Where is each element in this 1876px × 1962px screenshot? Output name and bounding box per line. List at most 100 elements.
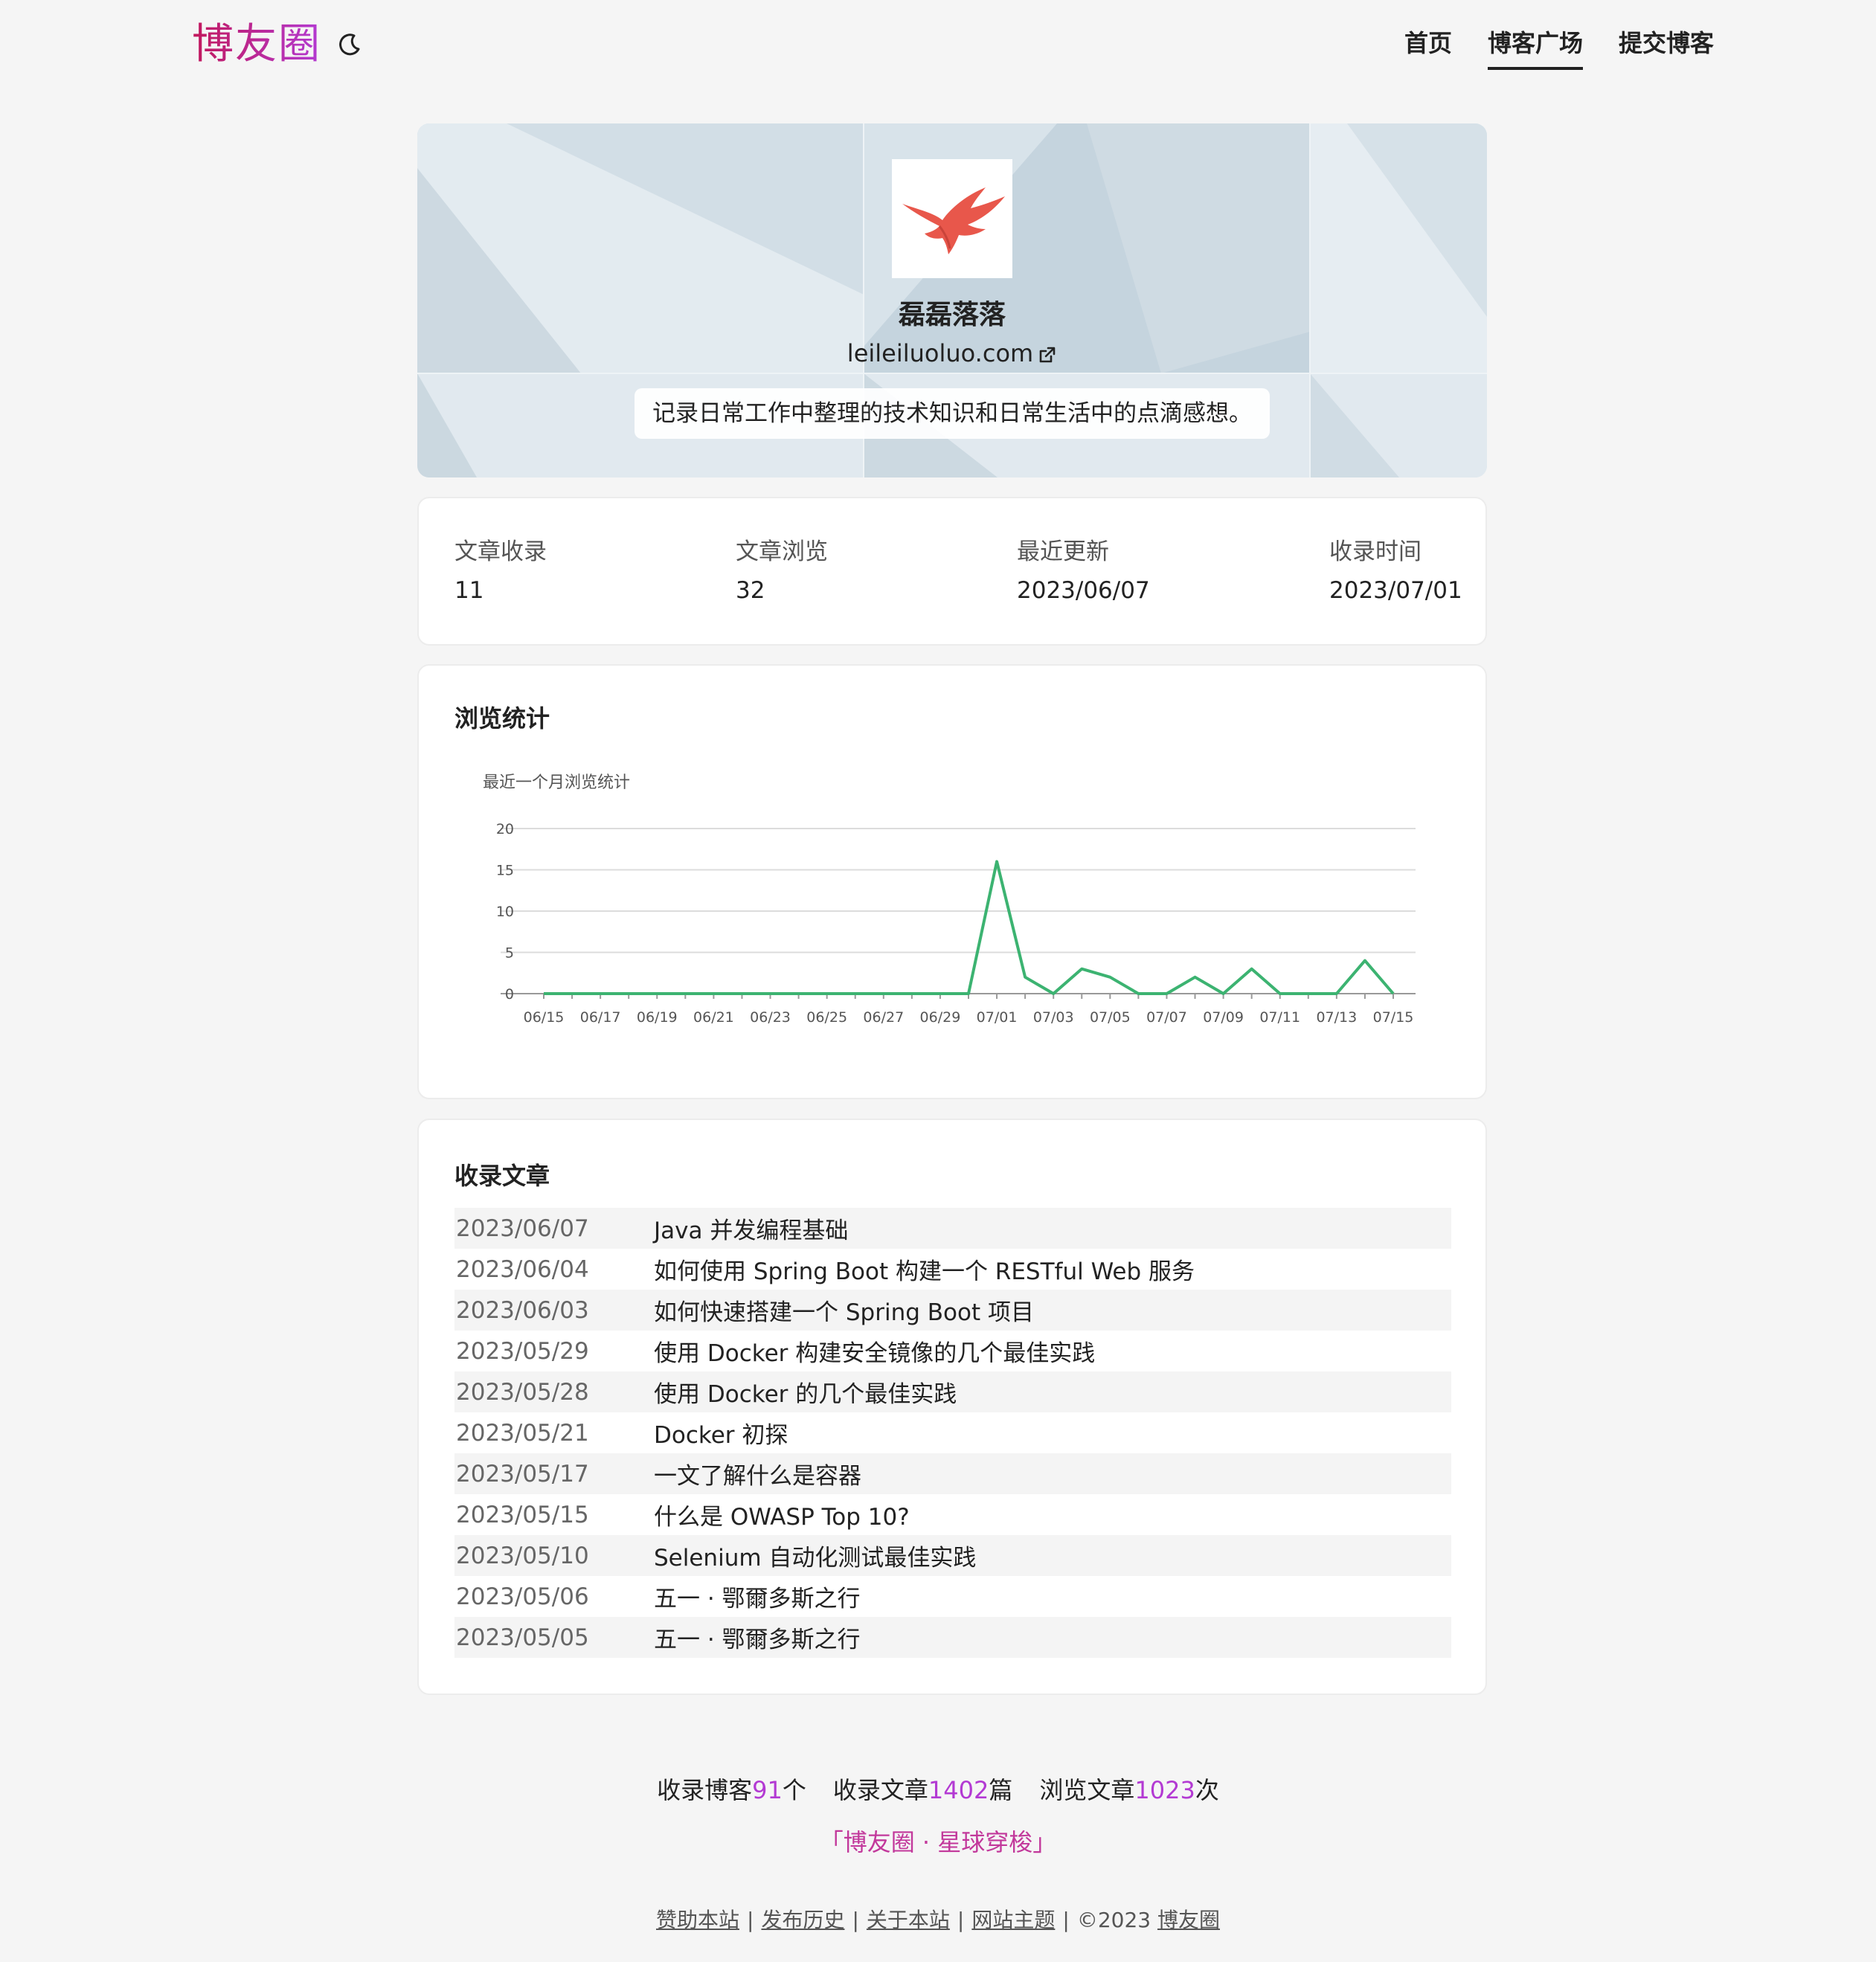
stat-articles: 文章收录 11 bbox=[454, 537, 547, 605]
footer-link-about[interactable]: 关于本站 bbox=[867, 1908, 950, 1932]
blog-description: 记录日常工作中整理的技术知识和日常生活中的点滴感想。 bbox=[635, 388, 1270, 439]
footer-link-site[interactable]: 博友圈 bbox=[1157, 1908, 1220, 1932]
blog-name: 磊磊落落 bbox=[898, 300, 1006, 330]
stat-value: 11 bbox=[454, 577, 484, 604]
x-tick-label: 07/15 bbox=[1373, 1009, 1414, 1026]
x-tick-label: 06/19 bbox=[637, 1009, 678, 1026]
y-tick-label: 15 bbox=[496, 863, 514, 879]
article-title-link[interactable]: 什么是 OWASP Top 10? bbox=[654, 1498, 910, 1531]
profile-banner: 磊磊落落 leileiluoluo.com 记录日常工作中整理的技术知识和日常生… bbox=[417, 123, 1487, 477]
article-list: 2023/06/07 Java 并发编程基础 2023/06/04 如何使用 Spri… bbox=[454, 1208, 1451, 1658]
x-tick-label: 06/29 bbox=[920, 1009, 961, 1026]
y-tick-label: 20 bbox=[496, 821, 514, 837]
views-line-chart: 最近一个月浏览统计 0 5 10 15 20 06/15 06/17 06/19 06/21 06… bbox=[483, 773, 1416, 1026]
stat-label: 最近更新 bbox=[1017, 538, 1109, 565]
article-title-link[interactable]: 使用 Docker 构建安全镜像的几个最佳实践 bbox=[654, 1334, 1095, 1368]
views-suffix: 次 bbox=[1195, 1776, 1219, 1804]
footer-link-theme[interactable]: 网站主题 bbox=[971, 1908, 1055, 1932]
article-row[interactable]: 2023/05/17 一文了解什么是容器 bbox=[454, 1453, 1451, 1494]
nav-home[interactable]: 首页 bbox=[1404, 22, 1452, 70]
views-prefix: 浏览文章 bbox=[1039, 1776, 1135, 1804]
articles-suffix: 篇 bbox=[989, 1776, 1013, 1804]
article-date: 2023/06/07 bbox=[456, 1215, 589, 1242]
x-tick-label: 06/15 bbox=[524, 1009, 565, 1026]
stat-label: 收录时间 bbox=[1329, 538, 1422, 565]
x-tick-label: 06/23 bbox=[750, 1009, 791, 1026]
article-date: 2023/05/10 bbox=[456, 1542, 589, 1569]
views-count: 1023 bbox=[1134, 1776, 1195, 1804]
x-tick-label: 06/21 bbox=[693, 1009, 734, 1026]
x-tick-label: 06/27 bbox=[863, 1009, 904, 1026]
blogs-prefix: 收录博客 bbox=[657, 1776, 753, 1804]
article-title-link[interactable]: 五一 · 鄂爾多斯之行 bbox=[654, 1580, 861, 1613]
articles-section-title: 收录文章 bbox=[454, 1162, 550, 1190]
articles-prefix: 收录文章 bbox=[832, 1776, 928, 1804]
stat-value: 32 bbox=[736, 577, 765, 604]
article-title-link[interactable]: 如何快速搭建一个 Spring Boot 项目 bbox=[654, 1293, 1034, 1327]
chart-title: 最近一个月浏览统计 bbox=[483, 773, 630, 792]
article-date: 2023/06/04 bbox=[456, 1255, 589, 1283]
articles-count: 1402 bbox=[928, 1776, 989, 1804]
y-tick-label: 5 bbox=[505, 945, 514, 962]
series-line bbox=[544, 860, 1395, 995]
site-slogan-link[interactable]: 「博友圈 · 星球穿梭」 bbox=[0, 1824, 1876, 1858]
footer-link-history[interactable]: 发布历史 bbox=[761, 1908, 844, 1932]
article-date: 2023/05/28 bbox=[456, 1378, 589, 1406]
moon-icon[interactable] bbox=[335, 30, 364, 59]
articles-card: 收录文章 2023/06/07 Java 并发编程基础 2023/06/04 如何使用… bbox=[417, 1119, 1487, 1695]
nav-blog-square[interactable]: 博客广场 bbox=[1487, 22, 1583, 70]
x-tick-label: 07/07 bbox=[1146, 1009, 1187, 1026]
article-date: 2023/05/06 bbox=[456, 1583, 589, 1610]
x-tick-label: 07/09 bbox=[1203, 1009, 1244, 1026]
article-title-link[interactable]: Selenium 自动化测试最佳实践 bbox=[654, 1539, 976, 1572]
x-tick-label: 07/05 bbox=[1090, 1009, 1131, 1026]
x-tick-label: 07/03 bbox=[1033, 1009, 1074, 1026]
stat-label: 文章浏览 bbox=[736, 538, 828, 565]
article-row[interactable]: 2023/06/03 如何快速搭建一个 Spring Boot 项目 bbox=[454, 1290, 1451, 1331]
blogs-count: 91 bbox=[752, 1776, 783, 1804]
blog-stats-card: 文章收录 11 文章浏览 32 最近更新 2023/06/07 收录时间 202… bbox=[417, 497, 1487, 646]
article-title-link[interactable]: Java 并发编程基础 bbox=[654, 1212, 848, 1245]
y-tick-label: 10 bbox=[496, 904, 514, 920]
x-tick-label: 06/25 bbox=[806, 1009, 847, 1026]
y-tick-label: 0 bbox=[505, 986, 514, 1003]
stat-last-updated: 最近更新 2023/06/07 bbox=[1017, 537, 1150, 605]
stat-value: 2023/06/07 bbox=[1017, 577, 1150, 604]
article-title-link[interactable]: 一文了解什么是容器 bbox=[654, 1457, 861, 1490]
article-row[interactable]: 2023/05/28 使用 Docker 的几个最佳实践 bbox=[454, 1371, 1451, 1412]
article-date: 2023/05/29 bbox=[456, 1337, 589, 1365]
article-date: 2023/05/15 bbox=[456, 1501, 589, 1528]
article-row[interactable]: 2023/05/29 使用 Docker 构建安全镜像的几个最佳实践 bbox=[454, 1331, 1451, 1371]
article-row[interactable]: 2023/06/07 Java 并发编程基础 bbox=[454, 1208, 1451, 1249]
site-logo[interactable]: 博友圈 bbox=[192, 18, 321, 71]
site-stats: 收录博客91个 收录文章1402篇 浏览文章1023次 bbox=[0, 1772, 1876, 1806]
footer-link-sponsor[interactable]: 赞助本站 bbox=[656, 1908, 739, 1932]
external-link-icon[interactable] bbox=[1038, 345, 1057, 364]
x-tick-label: 07/01 bbox=[977, 1009, 1018, 1026]
blogs-suffix: 个 bbox=[782, 1776, 806, 1804]
footer-links: 赞助本站 | 发布历史 | 关于本站 | 网站主题 | ©2023 博友圈 bbox=[656, 1908, 1220, 1932]
article-date: 2023/06/03 bbox=[456, 1296, 589, 1324]
blog-url-text[interactable]: leileiluoluo.com bbox=[847, 339, 1033, 367]
article-row[interactable]: 2023/05/05 五一 · 鄂爾多斯之行 bbox=[454, 1617, 1451, 1658]
site-header: 博友圈 首页 博客广场 提交博客 bbox=[0, 0, 1876, 89]
stat-views: 文章浏览 32 bbox=[736, 537, 828, 605]
blog-url-link[interactable]: leileiluoluo.com bbox=[417, 339, 1487, 367]
stat-indexed-time: 收录时间 2023/07/01 bbox=[1329, 537, 1462, 605]
article-row[interactable]: 2023/05/10 Selenium 自动化测试最佳实践 bbox=[454, 1535, 1451, 1576]
article-title-link[interactable]: 五一 · 鄂爾多斯之行 bbox=[654, 1621, 861, 1654]
nav-submit-blog[interactable]: 提交博客 bbox=[1619, 22, 1714, 70]
article-row[interactable]: 2023/05/21 Docker 初探 bbox=[454, 1412, 1451, 1453]
article-title-link[interactable]: Docker 初探 bbox=[654, 1416, 788, 1450]
x-tick-label: 06/17 bbox=[580, 1009, 621, 1026]
article-row[interactable]: 2023/05/15 什么是 OWASP Top 10? bbox=[454, 1494, 1451, 1535]
article-row[interactable]: 2023/06/04 如何使用 Spring Boot 构建一个 RESTful … bbox=[454, 1249, 1451, 1290]
blog-avatar bbox=[892, 159, 1012, 278]
article-title-link[interactable]: 如何使用 Spring Boot 构建一个 RESTful Web 服务 bbox=[654, 1252, 1195, 1286]
article-date: 2023/05/05 bbox=[456, 1624, 589, 1651]
x-tick-label: 07/11 bbox=[1259, 1009, 1300, 1026]
article-row[interactable]: 2023/05/06 五一 · 鄂爾多斯之行 bbox=[454, 1576, 1451, 1617]
article-title-link[interactable]: 使用 Docker 的几个最佳实践 bbox=[654, 1375, 957, 1409]
article-date: 2023/05/21 bbox=[456, 1419, 589, 1447]
eagle-icon bbox=[902, 187, 1005, 254]
